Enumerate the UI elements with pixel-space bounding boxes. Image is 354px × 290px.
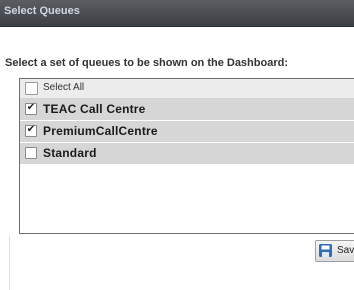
queue-list: Select All ✔ TEAC Call Centre ✔ PremiumC…: [19, 78, 354, 234]
select-all-label: Select All: [43, 82, 85, 93]
instructions-text: Select a set of queues to be shown on th…: [5, 57, 288, 69]
select-queues-dialog: Select Queues Select a set of queues to …: [0, 0, 354, 290]
select-all-checkbox[interactable]: [25, 82, 38, 95]
select-all-row[interactable]: Select All: [20, 79, 354, 99]
queue-row[interactable]: ✔ TEAC Call Centre: [20, 99, 354, 121]
queue-label: Standard: [43, 146, 97, 160]
checkmark-icon: ✔: [26, 124, 36, 135]
queue-row[interactable]: Standard: [20, 143, 354, 165]
save-icon: [319, 244, 332, 257]
queue-label: TEAC Call Centre: [43, 102, 146, 116]
dialog-title: Select Queues: [4, 5, 80, 17]
divider: [9, 236, 10, 290]
queue-checkbox[interactable]: ✔: [25, 102, 37, 115]
checkmark-icon: ✔: [26, 102, 36, 113]
queue-label: PremiumCallCentre: [43, 124, 158, 138]
save-button-label: Sav: [337, 245, 354, 256]
dialog-titlebar[interactable]: Select Queues: [0, 0, 354, 27]
queue-row[interactable]: ✔ PremiumCallCentre: [20, 121, 354, 143]
queue-checkbox[interactable]: [25, 147, 37, 159]
save-button[interactable]: Sav: [315, 240, 354, 262]
queue-checkbox[interactable]: ✔: [25, 124, 37, 137]
